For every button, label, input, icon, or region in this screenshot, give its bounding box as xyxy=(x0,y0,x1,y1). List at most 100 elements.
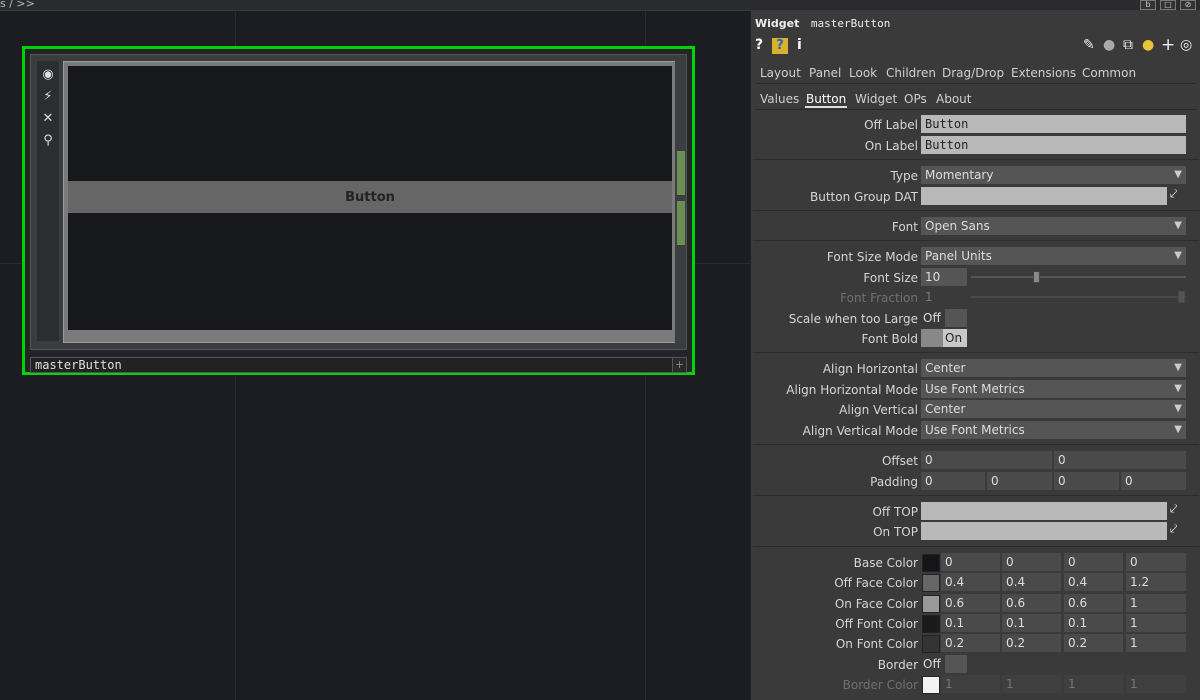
bypass-icon[interactable]: ⚡ xyxy=(37,85,59,107)
offset-x-field[interactable]: 0 xyxy=(921,451,1052,469)
tab-values[interactable]: Values xyxy=(759,92,800,106)
color-r-field[interactable]: 0.6 xyxy=(941,594,1000,612)
type-menu[interactable]: Momentary ▼ xyxy=(921,166,1186,184)
color-b-field[interactable]: 0.1 xyxy=(1064,614,1123,632)
close-icon[interactable]: ✕ xyxy=(37,107,59,129)
slider-knob[interactable] xyxy=(1033,271,1040,283)
color-g-field[interactable]: 0 xyxy=(1002,553,1061,571)
node-viewer[interactable]: Button xyxy=(63,61,677,343)
offset-y-field[interactable]: 0 xyxy=(1054,451,1186,469)
comment-icon[interactable]: ● xyxy=(1103,37,1115,53)
color-r-field[interactable]: 0.2 xyxy=(941,634,1000,652)
param-font-size: Font Size 10 xyxy=(751,268,1200,288)
off-label-field[interactable]: Button xyxy=(921,115,1186,133)
widget-node[interactable]: ◉ ⚡ ✕ ⚲ Button masterButton + xyxy=(22,46,695,375)
on-label-field[interactable]: Button xyxy=(921,136,1186,154)
color-b-field[interactable]: 0 xyxy=(1064,553,1123,571)
window-button-2[interactable]: □ xyxy=(1160,0,1176,10)
node-name-field[interactable]: masterButton xyxy=(30,357,674,373)
python-icon[interactable]: ● xyxy=(1142,37,1154,53)
tab-drag-drop[interactable]: Drag/Drop xyxy=(941,66,1005,80)
align-horizontal-mode-menu[interactable]: Use Font Metrics ▼ xyxy=(921,380,1186,398)
color-swatch[interactable] xyxy=(922,554,940,572)
off-top-field[interactable] xyxy=(921,502,1167,520)
python-help-icon[interactable]: ? xyxy=(772,38,788,54)
lock-icon[interactable]: ⚲ xyxy=(37,129,59,151)
padding-field[interactable]: 0 xyxy=(1121,472,1186,490)
color-a-field[interactable]: 1 xyxy=(1126,634,1186,652)
color-b-field[interactable]: 1 xyxy=(1064,675,1123,693)
color-r-field[interactable]: 0.1 xyxy=(941,614,1000,632)
edit-icon[interactable]: ✎ xyxy=(1083,37,1095,53)
drop-target-icon[interactable]: ⤦ xyxy=(1170,187,1186,205)
add-parameter-icon[interactable]: + xyxy=(1161,35,1175,55)
add-icon[interactable]: + xyxy=(672,357,687,373)
align-vertical-menu[interactable]: Center ▼ xyxy=(921,400,1186,418)
color-swatch[interactable] xyxy=(922,635,940,653)
color-g-field[interactable]: 0.2 xyxy=(1002,634,1061,652)
drop-target-icon[interactable]: ⤦ xyxy=(1170,522,1186,540)
font-menu[interactable]: Open Sans ▼ xyxy=(921,217,1186,235)
color-a-field[interactable]: 0 xyxy=(1126,553,1186,571)
color-b-field[interactable]: 0.2 xyxy=(1064,634,1123,652)
color-r-field[interactable]: 0.4 xyxy=(941,573,1000,591)
node-scrollbar[interactable] xyxy=(675,61,685,343)
output-connector[interactable] xyxy=(677,151,685,195)
font-fraction-slider[interactable] xyxy=(971,291,1186,303)
color-b-field[interactable]: 0.4 xyxy=(1064,573,1123,591)
button-group-dat-field[interactable] xyxy=(921,187,1167,205)
font-size-mode-menu[interactable]: Panel Units ▼ xyxy=(921,247,1186,265)
color-a-field[interactable]: 1 xyxy=(1126,675,1186,693)
color-a-field[interactable]: 1 xyxy=(1126,594,1186,612)
tab-panel[interactable]: Panel xyxy=(808,66,842,80)
color-swatch[interactable] xyxy=(922,615,940,633)
color-r-field[interactable]: 0 xyxy=(941,553,1000,571)
tab-children[interactable]: Children xyxy=(885,66,937,80)
color-a-field[interactable]: 1.2 xyxy=(1126,573,1186,591)
color-g-field[interactable]: 0.1 xyxy=(1002,614,1061,632)
border-toggle[interactable]: Off xyxy=(921,655,967,673)
drop-target-icon[interactable]: ⤦ xyxy=(1170,502,1186,520)
scale-too-large-toggle[interactable]: Off xyxy=(921,309,967,327)
window-button-3[interactable]: ⊘ xyxy=(1180,0,1196,10)
operator-name[interactable]: masterButton xyxy=(811,17,890,30)
tab-about[interactable]: About xyxy=(935,92,972,106)
window-button-1[interactable]: b xyxy=(1140,0,1156,10)
padding-field[interactable]: 0 xyxy=(921,472,985,490)
padding-field[interactable]: 0 xyxy=(1054,472,1119,490)
clone-icon[interactable]: ⧉ xyxy=(1123,37,1133,53)
padding-field[interactable]: 0 xyxy=(987,472,1052,490)
font-size-slider[interactable] xyxy=(971,271,1186,283)
color-swatch[interactable] xyxy=(922,595,940,613)
tab-widget[interactable]: Widget xyxy=(854,92,898,106)
info-icon[interactable]: i xyxy=(797,37,802,53)
color-swatch[interactable] xyxy=(922,676,940,694)
viewer-icon[interactable]: ◉ xyxy=(37,63,59,85)
color-r-field[interactable]: 1 xyxy=(941,675,1000,693)
font-fraction-field[interactable]: 1 xyxy=(921,288,967,306)
tab-look[interactable]: Look xyxy=(848,66,878,80)
button-preview[interactable]: Button xyxy=(68,181,672,213)
tab-button[interactable]: Button xyxy=(805,92,848,108)
font-bold-toggle[interactable]: On xyxy=(921,329,967,347)
align-vertical-mode-menu[interactable]: Use Font Metrics ▼ xyxy=(921,421,1186,439)
breadcrumb[interactable]: s / >> xyxy=(0,0,35,10)
network-editor[interactable]: ◉ ⚡ ✕ ⚲ Button masterButton + xyxy=(0,11,750,700)
font-size-field[interactable]: 10 xyxy=(921,268,967,286)
slider-knob[interactable] xyxy=(1178,291,1185,303)
color-g-field[interactable]: 0.4 xyxy=(1002,573,1061,591)
output-connector[interactable] xyxy=(677,201,685,245)
color-g-field[interactable]: 0.6 xyxy=(1002,594,1061,612)
color-b-field[interactable]: 0.6 xyxy=(1064,594,1123,612)
align-horizontal-menu[interactable]: Center ▼ xyxy=(921,359,1186,377)
tab-common[interactable]: Common xyxy=(1081,66,1137,80)
help-icon[interactable]: ? xyxy=(755,37,763,53)
on-top-field[interactable] xyxy=(921,522,1167,540)
color-g-field[interactable]: 1 xyxy=(1002,675,1061,693)
tab-layout[interactable]: Layout xyxy=(759,66,802,80)
tab-extensions[interactable]: Extensions xyxy=(1010,66,1077,80)
target-icon[interactable]: ◎ xyxy=(1180,37,1192,53)
color-a-field[interactable]: 1 xyxy=(1126,614,1186,632)
color-swatch[interactable] xyxy=(922,574,940,592)
tab-ops[interactable]: OPs xyxy=(903,92,928,106)
